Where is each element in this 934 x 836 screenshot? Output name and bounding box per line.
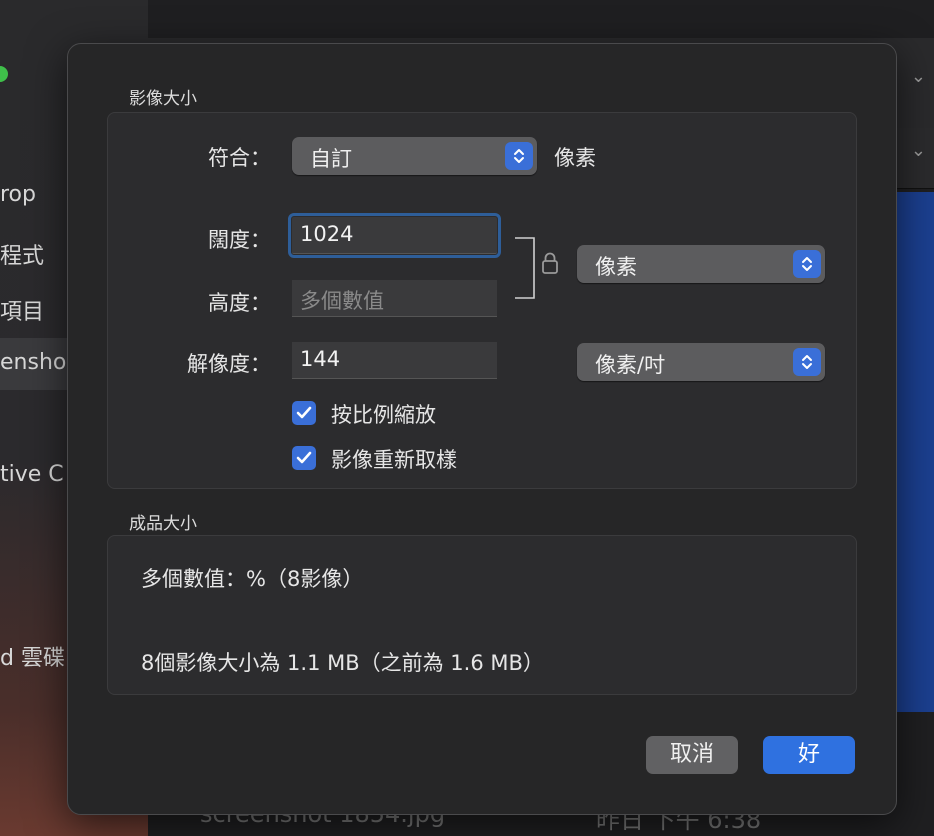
link-bracket (515, 237, 535, 299)
height-placeholder: 多個數值 (300, 289, 384, 313)
resolution-field[interactable]: 144 (292, 342, 497, 379)
resolution-unit-popup[interactable]: 像素/吋 (577, 343, 825, 381)
ok-button[interactable]: 好 (763, 736, 855, 774)
width-label: 闊度： (208, 228, 271, 252)
lock-icon[interactable] (541, 251, 559, 275)
image-size-box: 符合： 自訂 像素 闊度： 1024 高度： 多個數值 像素 解像度： 144 … (107, 112, 857, 489)
resolution-value: 144 (300, 347, 341, 371)
up-down-chevron-icon (793, 348, 821, 376)
size-unit-popup[interactable]: 像素 (577, 245, 825, 283)
fit-popup-value: 自訂 (310, 147, 352, 171)
cancel-button[interactable]: 取消 (646, 736, 738, 774)
sidebar-item[interactable]: d 雲碟 (0, 640, 65, 672)
resulting-values-text: 多個數值：%（8影像） (141, 567, 364, 591)
fit-label: 符合： (208, 146, 271, 170)
chevron-down-icon[interactable]: ⌄ (911, 140, 926, 161)
sidebar-item[interactable]: 程式 (0, 238, 44, 270)
scale-proportionally-label[interactable]: 按比例縮放 (331, 399, 436, 429)
fit-unit-label: 像素 (554, 146, 596, 170)
checkmark-icon (296, 451, 312, 464)
chevron-down-icon[interactable]: ⌄ (911, 66, 926, 87)
checkmark-icon (296, 406, 312, 419)
width-field[interactable]: 1024 (288, 213, 501, 258)
scale-proportionally-checkbox[interactable] (292, 401, 316, 425)
up-down-chevron-icon (793, 250, 821, 278)
resulting-size-box: 多個數值：%（8影像） 8個影像大小為 1.1 MB（之前為 1.6 MB） (107, 535, 857, 695)
width-value: 1024 (300, 222, 354, 246)
image-size-dialog: 影像大小 符合： 自訂 像素 闊度： 1024 高度： 多個數值 像素 解像度：… (67, 43, 897, 815)
fit-popup[interactable]: 自訂 (292, 137, 537, 175)
size-unit-value: 像素 (595, 255, 637, 279)
sidebar-item[interactable]: ensho (0, 350, 66, 375)
image-size-section-title: 影像大小 (129, 89, 197, 109)
sidebar-item[interactable]: rop (0, 182, 36, 207)
height-label: 高度： (208, 291, 271, 315)
resolution-label: 解像度： (187, 352, 271, 376)
resample-image-label[interactable]: 影像重新取樣 (331, 444, 457, 474)
sidebar-item[interactable]: 項目 (0, 294, 44, 326)
resulting-size-text: 8個影像大小為 1.1 MB（之前為 1.6 MB） (141, 651, 544, 675)
sidebar-item[interactable]: tive C (0, 462, 64, 487)
height-field[interactable]: 多個數值 (292, 280, 497, 317)
resulting-size-section-title: 成品大小 (129, 514, 197, 534)
up-down-chevron-icon (505, 142, 533, 170)
resample-image-checkbox[interactable] (292, 446, 316, 470)
window-zoom-button[interactable] (0, 66, 8, 82)
resolution-unit-value: 像素/吋 (595, 353, 666, 377)
